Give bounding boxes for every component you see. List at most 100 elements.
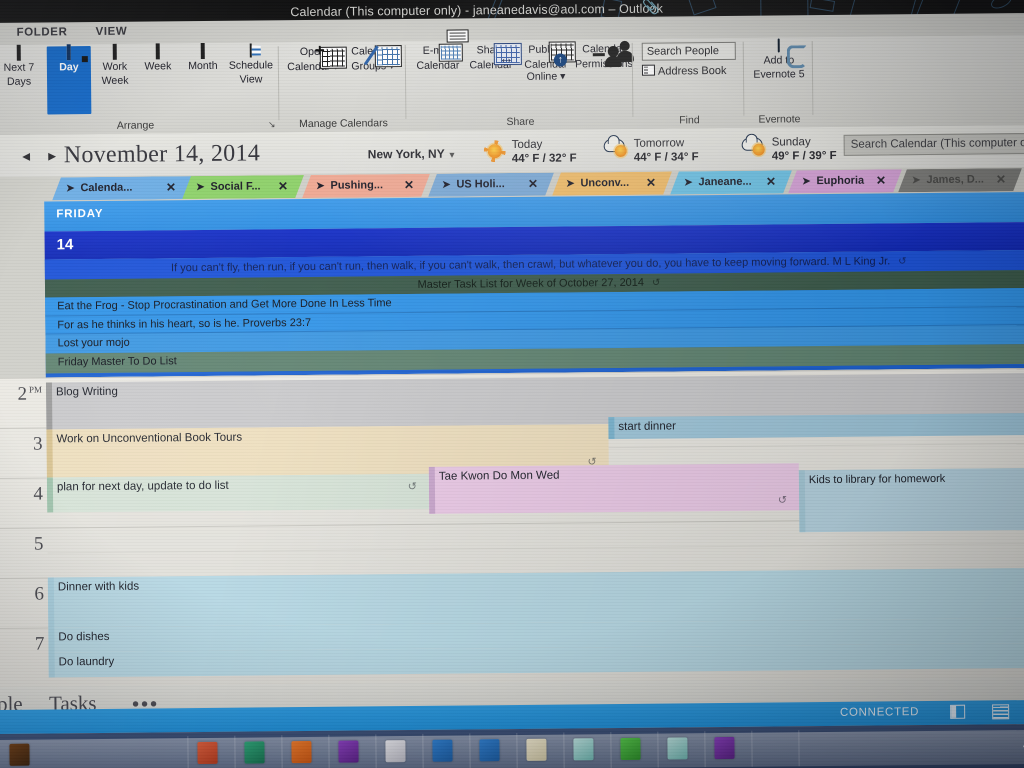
taskbar-icon-calculator[interactable] bbox=[620, 737, 641, 760]
evernote-icon bbox=[777, 38, 780, 53]
search-calendar-input[interactable]: Search Calendar (This computer only) bbox=[843, 133, 1024, 156]
ribbon-button-scheduleview[interactable]: Schedule View bbox=[223, 43, 279, 86]
calendar-tab-label: Calenda... bbox=[80, 181, 133, 195]
taskbar-cell[interactable] bbox=[751, 730, 800, 767]
reading-view-icon[interactable] bbox=[992, 704, 1009, 719]
hour-label-3pm: 3 bbox=[0, 434, 43, 456]
dialog-launcher-icon[interactable]: ↘ bbox=[268, 119, 276, 130]
ribbon-group-arrange: Next 7 Days Day Work Week Week Month Sch… bbox=[0, 42, 280, 135]
next-day-button[interactable]: ► bbox=[46, 148, 59, 163]
appointment-title: Do laundry bbox=[58, 655, 115, 669]
ribbon-group-label: Find bbox=[679, 114, 700, 127]
appointment-tae-kwon-do[interactable]: Tae Kwon Do Mon Wed ↺ bbox=[428, 463, 800, 514]
calendar-tab-unconventional[interactable]: ➤ Unconv... ✕ bbox=[552, 171, 672, 195]
taskbar-tray-expand-icon[interactable]: ▲ bbox=[1021, 738, 1024, 750]
ribbon-button-workweek[interactable]: Work Week bbox=[93, 43, 137, 88]
close-icon[interactable]: ✕ bbox=[404, 174, 414, 197]
taskbar-icon-app[interactable] bbox=[667, 737, 688, 760]
ribbon-button-week[interactable]: Week bbox=[137, 43, 179, 72]
appointment-color-bar bbox=[46, 429, 53, 478]
search-people-input[interactable]: Search People bbox=[641, 41, 736, 61]
time-grid: 2 PM 3 4 5 6 7 Blog Writing Work on Uncon… bbox=[0, 368, 1024, 687]
close-icon[interactable]: ✕ bbox=[996, 168, 1006, 191]
ribbon-button-email-calendar[interactable]: E-mail Calendar bbox=[411, 29, 469, 72]
taskbar-icon-app[interactable] bbox=[338, 740, 359, 763]
ribbon: Next 7 Days Day Work Week Week Month Sch… bbox=[0, 29, 1024, 137]
appointment-plan-next-day[interactable]: plan for next day, update to do list ↺ bbox=[46, 473, 430, 513]
ribbon-button-day[interactable]: Day bbox=[46, 44, 92, 115]
taskbar-icon-app[interactable] bbox=[432, 739, 453, 762]
ribbon-button-label: Schedule bbox=[228, 58, 274, 72]
calendar-tab-pushing[interactable]: ➤ Pushing... ✕ bbox=[302, 174, 430, 198]
calendar-tab-euphoria[interactable]: ➤ Euphoria ✕ bbox=[788, 169, 902, 193]
calendar-tab-us-holidays[interactable]: ➤ US Holi... ✕ bbox=[428, 173, 554, 197]
ribbon-button-share-calendar[interactable]: ↔ Share Calendar bbox=[465, 42, 522, 71]
sunny-icon bbox=[487, 144, 502, 159]
close-icon[interactable]: ✕ bbox=[166, 176, 176, 199]
calendar-tab-label: James, D... bbox=[926, 173, 984, 187]
tab-arrow-icon: ➤ bbox=[683, 177, 693, 189]
schedule-view-icon bbox=[249, 43, 263, 58]
appointment-title: plan for next day, update to do list bbox=[56, 479, 229, 494]
ribbon-button-month[interactable]: Month bbox=[179, 42, 227, 72]
taskbar-icon-outlook[interactable] bbox=[479, 739, 500, 762]
appointment-title: start dinner bbox=[618, 420, 676, 433]
ribbon-group-label: Arrange bbox=[116, 119, 155, 132]
ribbon-tab-view[interactable]: VIEW bbox=[96, 26, 128, 38]
taskbar-icon-firefox[interactable] bbox=[9, 743, 30, 766]
hour-label-7pm: 7 bbox=[2, 633, 45, 656]
weather-temp: 44° F / 34° F bbox=[633, 151, 699, 164]
appointment-start-dinner[interactable]: start dinner bbox=[608, 413, 1024, 440]
hour-label-5pm: 5 bbox=[1, 534, 44, 556]
ribbon-group-evernote: Add to Evernote 5 Evernote bbox=[745, 37, 814, 128]
ribbon-button-label: Month bbox=[188, 59, 218, 72]
all-day-event-title: For as he thinks in his heart, so is he.… bbox=[57, 316, 312, 332]
calendar-tab-calendar[interactable]: ➤ Calenda... ✕ bbox=[52, 176, 192, 200]
ribbon-button-next7days[interactable]: Next 7 Days bbox=[0, 44, 45, 88]
ribbon-button-calendar-permissions[interactable]: Calendar Permissions bbox=[575, 40, 634, 71]
taskbar-icon-app[interactable] bbox=[573, 738, 594, 761]
ribbon-tab-folder[interactable]: FOLDER bbox=[17, 26, 68, 38]
doodle-shape bbox=[809, 0, 836, 12]
tab-arrow-icon: ➤ bbox=[442, 179, 451, 191]
calendar-tab-social[interactable]: ➤ Social F... ✕ bbox=[182, 175, 304, 199]
calendar-tab-label: Pushing... bbox=[330, 179, 384, 192]
taskbar-cell[interactable] bbox=[798, 729, 847, 767]
hour-number: 7 bbox=[34, 633, 45, 655]
ribbon-button-publish-online[interactable]: ↑ Publish Calendar Online ▾ bbox=[517, 41, 576, 83]
taskbar-icon-app[interactable] bbox=[244, 741, 265, 764]
taskbar-icon-app[interactable] bbox=[526, 738, 547, 761]
previous-day-button[interactable]: ◄ bbox=[20, 149, 33, 164]
calendar-tab-james[interactable]: ➤ James, D... ✕ bbox=[898, 168, 1022, 192]
weather-temp: 44° F / 32° F bbox=[511, 152, 577, 166]
close-icon[interactable]: ✕ bbox=[766, 170, 776, 193]
weather-location[interactable]: New York, NY ▾ bbox=[368, 147, 455, 162]
close-icon[interactable]: ✕ bbox=[528, 173, 538, 196]
normal-view-icon[interactable] bbox=[950, 704, 966, 719]
taskbar-icon-app[interactable] bbox=[385, 740, 406, 763]
all-day-event-title: Eat the Frog - Stop Procrastination and … bbox=[57, 297, 392, 313]
recurring-icon: ↺ bbox=[898, 256, 907, 268]
calendar-icon bbox=[200, 42, 205, 59]
hour-label-6pm: 6 bbox=[2, 584, 44, 606]
taskbar-icon-onenote[interactable] bbox=[714, 736, 735, 760]
hour-number: 2 bbox=[17, 383, 28, 405]
ribbon-button-label2: Days bbox=[6, 75, 32, 88]
ribbon-button-label: Next 7 bbox=[3, 61, 35, 74]
close-icon[interactable]: ✕ bbox=[278, 175, 288, 198]
ribbon-button-open-calendar[interactable]: + Open Calendar ▾ bbox=[284, 41, 347, 74]
tab-arrow-icon: ➤ bbox=[911, 175, 921, 187]
taskbar-icon-app[interactable] bbox=[291, 740, 312, 764]
taskbar-icon-app[interactable] bbox=[197, 741, 218, 765]
close-icon[interactable]: ✕ bbox=[876, 169, 886, 192]
ribbon-button-add-to-evernote[interactable]: Add to Evernote 5 bbox=[747, 38, 811, 81]
calendar-tab-janeane[interactable]: ➤ Janeane... ✕ bbox=[670, 170, 792, 194]
ribbon-button-calendar-groups[interactable]: Calendar Groups ▾ bbox=[342, 43, 404, 73]
address-book-button[interactable]: Address Book bbox=[641, 64, 727, 78]
appointment-kids-library[interactable]: Kids to library for homework bbox=[798, 468, 1024, 533]
address-book-label: Address Book bbox=[657, 64, 727, 78]
chevron-down-icon[interactable]: ▾ bbox=[450, 150, 455, 160]
calendar-tab-label: US Holi... bbox=[456, 178, 505, 191]
calendar-tab-label: Social F... bbox=[210, 180, 261, 193]
close-icon[interactable]: ✕ bbox=[646, 172, 656, 195]
